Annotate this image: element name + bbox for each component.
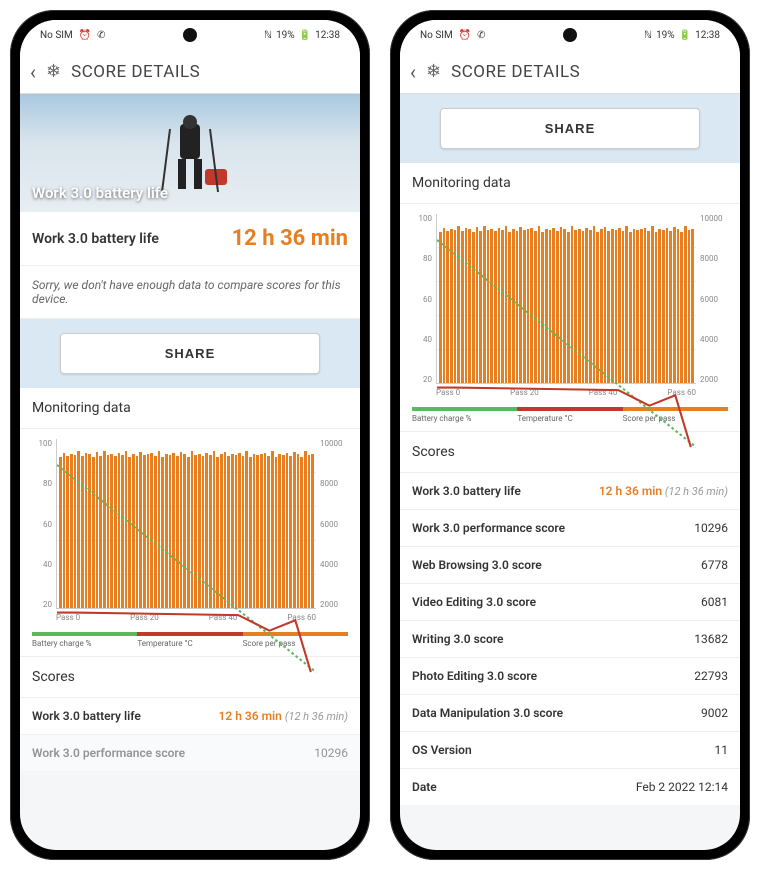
legend-temp: Temperature °C bbox=[137, 632, 242, 648]
battery-pct: 19% bbox=[656, 30, 675, 41]
snowflake-icon: ❄ bbox=[46, 61, 61, 82]
hero-caption: Work 3.0 battery life bbox=[32, 184, 168, 202]
phone-left: No SIM ⏰ ✆ ℕ 19% 🔋 12:38 ‹ ❄ SCORE DETAI… bbox=[10, 10, 370, 860]
score-label: OS Version bbox=[412, 743, 472, 757]
score-bars bbox=[437, 214, 696, 383]
x-axis: Pass 0Pass 20Pass 40Pass 60 bbox=[436, 384, 696, 397]
score-row: Writing 3.0 score 13682 bbox=[400, 620, 740, 657]
score-row: Work 3.0 performance score 10296 bbox=[20, 734, 360, 771]
score-label: Work 3.0 performance score bbox=[412, 521, 565, 535]
score-row: Photo Editing 3.0 score 22793 bbox=[400, 657, 740, 694]
back-icon[interactable]: ‹ bbox=[30, 60, 36, 84]
clock: 12:38 bbox=[695, 30, 720, 41]
score-value: 12 h 36 min (12 h 36 min) bbox=[599, 484, 728, 498]
score-value: 6778 bbox=[701, 558, 728, 572]
share-section: SHARE bbox=[400, 94, 740, 163]
page-title: SCORE DETAILS bbox=[451, 62, 580, 82]
score-label: Video Editing 3.0 score bbox=[412, 595, 536, 609]
score-label: Photo Editing 3.0 score bbox=[412, 669, 537, 683]
score-row: Date Feb 2 2022 12:14 bbox=[400, 768, 740, 805]
app-header: ‹ ❄ SCORE DETAILS bbox=[400, 50, 740, 94]
status-bar: No SIM ⏰ ✆ ℕ 19% 🔋 12:38 bbox=[400, 20, 740, 50]
score-row: OS Version 11 bbox=[400, 731, 740, 768]
share-button[interactable]: SHARE bbox=[60, 333, 320, 374]
y-axis-right: 100008000600040002000 bbox=[696, 214, 728, 384]
battery-icon: 🔋 bbox=[679, 30, 691, 41]
whatsapp-icon: ✆ bbox=[97, 30, 105, 41]
score-row: Video Editing 3.0 score 6081 bbox=[400, 583, 740, 620]
score-label: Writing 3.0 score bbox=[412, 632, 504, 646]
share-button[interactable]: SHARE bbox=[440, 108, 700, 149]
score-value: 11 bbox=[715, 743, 729, 757]
legend-battery: Battery charge % bbox=[412, 407, 517, 423]
chart-legend: Battery charge % Temperature °C Score pe… bbox=[412, 407, 728, 423]
legend-temp: Temperature °C bbox=[517, 407, 622, 423]
sim-status: No SIM bbox=[420, 30, 453, 41]
score-row: Data Manipulation 3.0 score 9002 bbox=[400, 694, 740, 731]
alarm-icon: ⏰ bbox=[79, 30, 91, 41]
score-row: Work 3.0 battery life 12 h 36 min (12 h 3… bbox=[400, 472, 740, 509]
compare-note: Sorry, we don't have enough data to comp… bbox=[20, 266, 360, 319]
sim-status: No SIM bbox=[40, 30, 73, 41]
battery-icon: 🔋 bbox=[299, 30, 311, 41]
clock: 12:38 bbox=[315, 30, 340, 41]
screen: No SIM ⏰ ✆ ℕ 19% 🔋 12:38 ‹ ❄ SCORE DETAI… bbox=[400, 20, 740, 850]
score-label: Web Browsing 3.0 score bbox=[412, 558, 542, 572]
legend-battery: Battery charge % bbox=[32, 632, 137, 648]
score-value: 13682 bbox=[694, 632, 728, 646]
app-header: ‹ ❄ SCORE DETAILS bbox=[20, 50, 360, 94]
monitoring-title: Monitoring data bbox=[400, 163, 740, 204]
legend-score: Score per pass bbox=[243, 632, 348, 648]
nfc-icon: ℕ bbox=[644, 30, 652, 41]
score-row: Work 3.0 performance score 10296 bbox=[400, 509, 740, 546]
y-axis-left: 10080604020 bbox=[412, 214, 436, 384]
y-axis-left: 10080604020 bbox=[32, 439, 56, 609]
content-scroll[interactable]: SHARE Monitoring data 10080604020 bbox=[400, 94, 740, 850]
score-value: 10296 bbox=[694, 521, 728, 535]
score-label: Data Manipulation 3.0 score bbox=[412, 706, 563, 720]
content-scroll[interactable]: Work 3.0 battery life Work 3.0 battery l… bbox=[20, 94, 360, 850]
chart-plot bbox=[56, 439, 316, 609]
monitoring-chart: 10080604020 100008000600040002000 Pa bbox=[400, 204, 740, 431]
score-value: 22793 bbox=[694, 669, 728, 683]
page-title: SCORE DETAILS bbox=[71, 62, 200, 82]
status-bar: No SIM ⏰ ✆ ℕ 19% 🔋 12:38 bbox=[20, 20, 360, 50]
screen: No SIM ⏰ ✆ ℕ 19% 🔋 12:38 ‹ ❄ SCORE DETAI… bbox=[20, 20, 360, 850]
monitoring-title: Monitoring data bbox=[20, 388, 360, 429]
result-value: 12 h 36 min bbox=[232, 226, 348, 251]
hero-banner: Work 3.0 battery life bbox=[20, 94, 360, 212]
scores-title: Scores bbox=[20, 656, 360, 697]
score-label: Work 3.0 battery life bbox=[412, 484, 521, 498]
y-axis-right: 100008000600040002000 bbox=[316, 439, 348, 609]
phone-right: No SIM ⏰ ✆ ℕ 19% 🔋 12:38 ‹ ❄ SCORE DETAI… bbox=[390, 10, 750, 860]
score-value: 6081 bbox=[701, 595, 728, 609]
battery-pct: 19% bbox=[276, 30, 295, 41]
monitoring-chart: 10080604020 100008000600040002000 Pa bbox=[20, 429, 360, 656]
nfc-icon: ℕ bbox=[264, 30, 272, 41]
back-icon[interactable]: ‹ bbox=[410, 60, 416, 84]
snowflake-icon: ❄ bbox=[426, 61, 441, 82]
score-value: 9002 bbox=[701, 706, 728, 720]
result-row: Work 3.0 battery life 12 h 36 min bbox=[20, 212, 360, 266]
score-label: Date bbox=[412, 780, 437, 794]
scores-title: Scores bbox=[400, 431, 740, 472]
x-axis: Pass 0Pass 20Pass 40Pass 60 bbox=[56, 609, 316, 622]
share-section: SHARE bbox=[20, 319, 360, 388]
chart-plot bbox=[436, 214, 696, 384]
result-label: Work 3.0 battery life bbox=[32, 231, 159, 247]
alarm-icon: ⏰ bbox=[459, 30, 471, 41]
score-row: Work 3.0 battery life 12 h 36 min (12 h … bbox=[20, 697, 360, 734]
chart-legend: Battery charge % Temperature °C Score pe… bbox=[32, 632, 348, 648]
legend-score: Score per pass bbox=[623, 407, 728, 423]
whatsapp-icon: ✆ bbox=[477, 30, 485, 41]
score-bars bbox=[57, 439, 316, 608]
score-row: Web Browsing 3.0 score 6778 bbox=[400, 546, 740, 583]
score-value: Feb 2 2022 12:14 bbox=[636, 780, 728, 794]
